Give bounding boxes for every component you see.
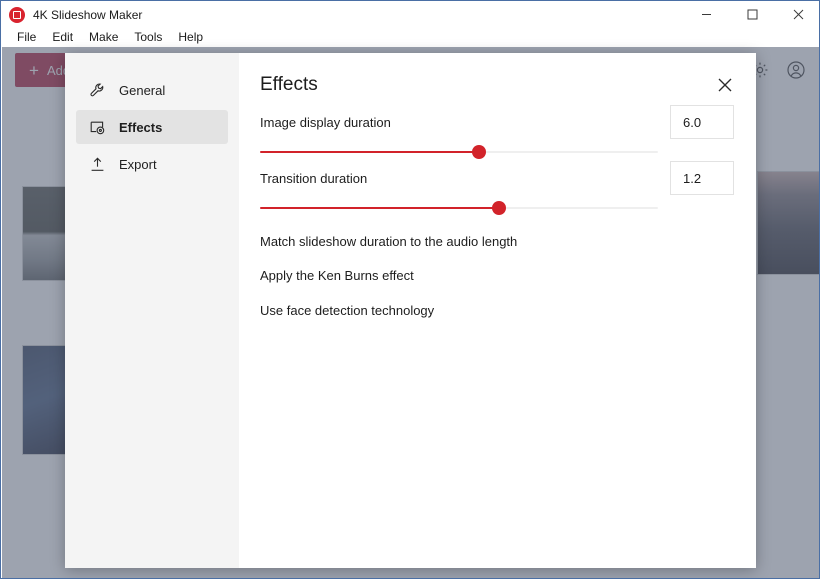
transition-duration-slider[interactable] (260, 201, 658, 215)
menu-item-file[interactable]: File (9, 28, 44, 47)
settings-dialog: General Effects Export Effects Image dis… (65, 53, 756, 568)
transition-duration-value[interactable]: 1.2 (670, 161, 734, 195)
toggle-label: Use face detection technology (260, 303, 435, 318)
app-logo-icon (9, 6, 25, 23)
sidebar-item-export[interactable]: Export (76, 147, 228, 181)
menu-item-edit[interactable]: Edit (44, 28, 81, 47)
slider-thumb[interactable] (491, 201, 506, 215)
image-display-duration-slider[interactable] (260, 145, 658, 159)
setting-image-display-duration: Image display duration (260, 115, 658, 159)
close-button[interactable] (775, 1, 819, 28)
menu-item-make[interactable]: Make (81, 28, 126, 47)
window-title: 4K Slideshow Maker (33, 7, 143, 22)
dialog-sidebar: General Effects Export (65, 53, 239, 568)
toggle-label: Match slideshow duration to the audio le… (260, 234, 518, 249)
sidebar-item-general[interactable]: General (76, 73, 228, 107)
setting-label: Image display duration (260, 115, 391, 130)
menu-bar: File Edit Make Tools Help (1, 28, 819, 47)
value-text: 6.0 (683, 114, 702, 130)
setting-label: Transition duration (260, 171, 368, 186)
sidebar-item-label: Effects (119, 119, 163, 135)
toggle-row-face-detection: Use face detection technology (260, 303, 756, 318)
menu-item-help[interactable]: Help (170, 28, 211, 47)
dialog-main: Effects Image display duration 6.0 Trans… (239, 53, 756, 568)
value-text: 1.2 (683, 170, 702, 186)
wrench-icon (89, 82, 106, 99)
slider-fill (260, 151, 479, 153)
window-controls (683, 1, 819, 28)
toggle-row-ken-burns: Apply the Ken Burns effect (260, 268, 756, 283)
sidebar-item-label: Export (119, 156, 157, 172)
slider-fill (260, 207, 499, 209)
menu-item-tools[interactable]: Tools (126, 28, 170, 47)
dialog-close-icon[interactable] (714, 74, 736, 96)
upload-icon (89, 156, 106, 173)
slider-row (260, 145, 658, 159)
dialog-title: Effects (260, 74, 318, 95)
app-window: 4K Slideshow Maker File Edit Make Tools … (0, 0, 820, 579)
toggle-label: Apply the Ken Burns effect (260, 268, 414, 283)
image-display-duration-value[interactable]: 6.0 (670, 105, 734, 139)
sidebar-item-label: General (119, 82, 166, 98)
maximize-button[interactable] (729, 1, 775, 28)
sidebar-item-effects[interactable]: Effects (76, 110, 228, 144)
slider-row (260, 201, 658, 215)
slider-thumb[interactable] (471, 145, 486, 159)
title-bar: 4K Slideshow Maker (1, 1, 819, 28)
setting-transition-duration: Transition duration (260, 171, 658, 215)
minimize-button[interactable] (683, 1, 729, 28)
toggle-row-match-audio: Match slideshow duration to the audio le… (260, 234, 756, 249)
effects-icon (89, 119, 106, 136)
